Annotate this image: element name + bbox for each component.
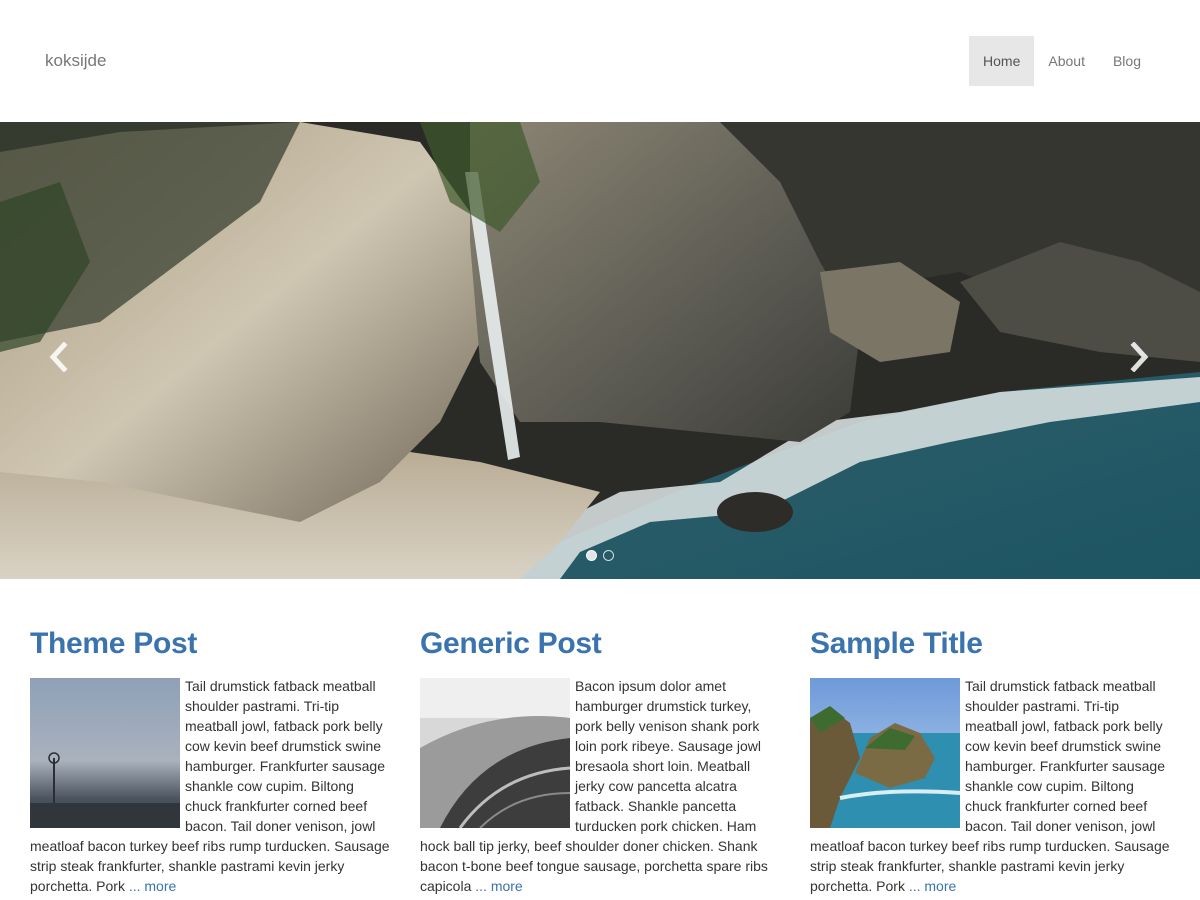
post-card: Generic Post Bacon ipsum dolor amet hamb… [420, 624, 780, 896]
post-excerpt: Tail drumstick fatback meatball shoulder… [30, 676, 390, 896]
post-title[interactable]: Sample Title [810, 624, 1170, 664]
read-more-link[interactable]: ... more [909, 878, 956, 894]
read-more-link[interactable]: ... more [475, 878, 522, 894]
post-excerpt: Tail drumstick fatback meatball shoulder… [810, 676, 1170, 896]
post-thumbnail[interactable] [30, 678, 180, 828]
nav-item-blog[interactable]: Blog [1099, 36, 1155, 86]
carousel-indicator-2[interactable] [603, 550, 614, 561]
post-thumbnail[interactable] [810, 678, 960, 828]
carousel-prev-button[interactable] [38, 332, 78, 382]
post-card: Theme Post Tail drumstick fatback meatba… [30, 624, 390, 896]
nav-item-home[interactable]: Home [969, 36, 1035, 86]
carousel-next-button[interactable] [1120, 332, 1160, 382]
post-excerpt: Bacon ipsum dolor amet hamburger drumsti… [420, 676, 780, 896]
post-card: Sample Title Tail drumstick fatback meat… [810, 624, 1170, 896]
read-more-link[interactable]: ... more [129, 878, 176, 894]
post-title[interactable]: Generic Post [420, 624, 780, 664]
post-title[interactable]: Theme Post [30, 624, 390, 664]
post-thumbnail-image [810, 678, 960, 828]
hero-carousel [0, 122, 1200, 579]
carousel-slide-image [0, 122, 1200, 579]
post-list: Theme Post Tail drumstick fatback meatba… [30, 624, 1170, 896]
nav-item-about[interactable]: About [1034, 36, 1099, 86]
post-thumbnail-image [30, 678, 180, 828]
post-thumbnail[interactable] [420, 678, 570, 828]
chevron-right-icon [1130, 342, 1149, 372]
main-nav: Home About Blog [969, 36, 1155, 86]
post-thumbnail-image [420, 678, 570, 828]
chevron-left-icon [49, 342, 68, 372]
carousel-indicators [0, 550, 1200, 561]
carousel-indicator-1[interactable] [586, 550, 597, 561]
navbar: koksijde Home About Blog [0, 0, 1200, 122]
brand-link[interactable]: koksijde [45, 51, 106, 71]
